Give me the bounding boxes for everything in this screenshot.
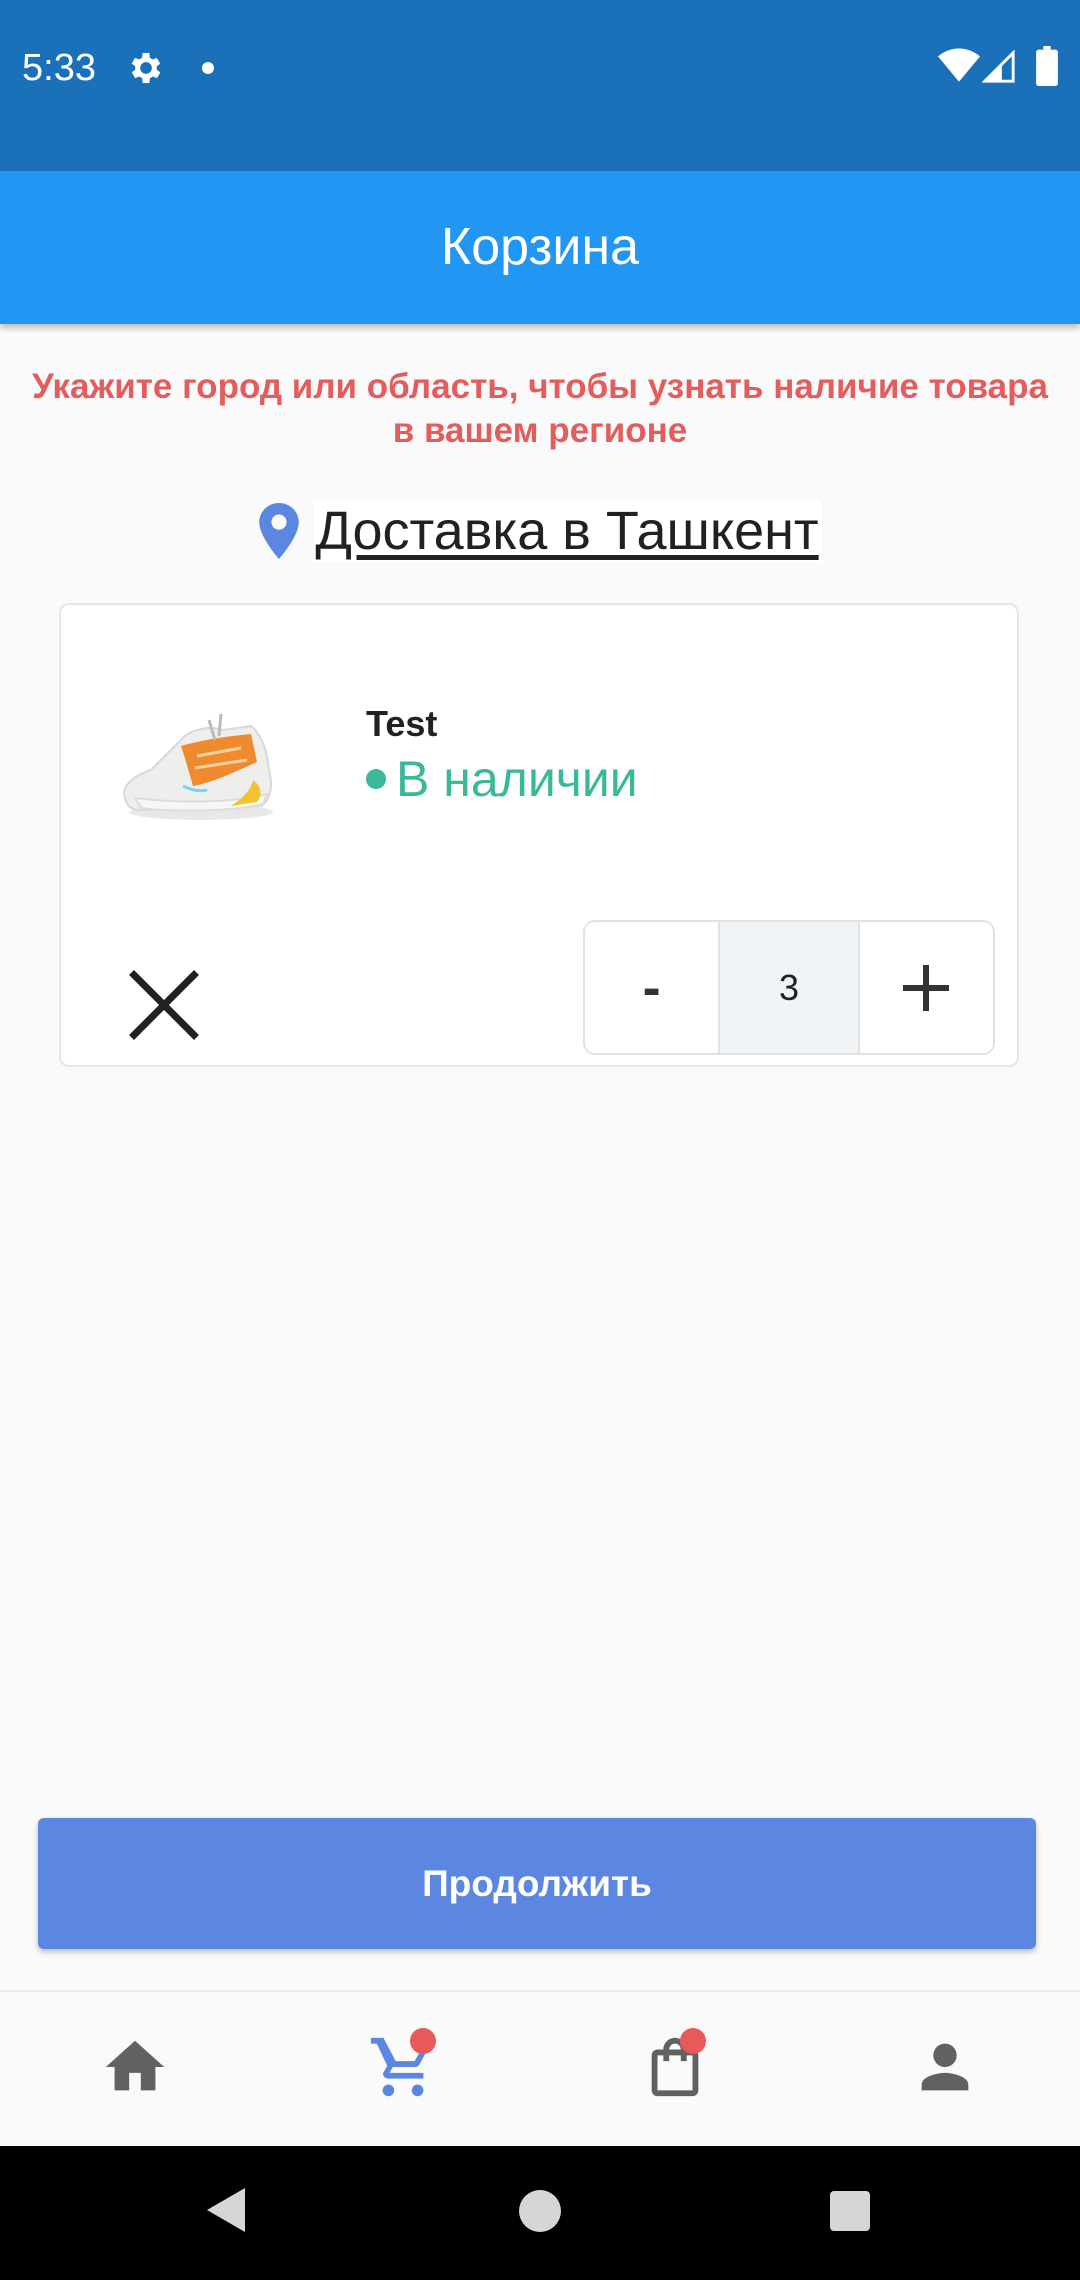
gear-icon xyxy=(131,53,161,83)
notification-dot-icon xyxy=(202,62,214,74)
region-warning: Укажите город или область, чтобы узнать … xyxy=(0,365,1080,453)
increment-button[interactable] xyxy=(860,922,993,1053)
status-time: 5:33 xyxy=(22,47,96,89)
wifi-icon xyxy=(938,48,980,82)
region-warning-line-2: в вашем регионе xyxy=(392,411,688,450)
home-circle-icon[interactable] xyxy=(519,2190,561,2232)
system-navigation-bar xyxy=(0,2146,1080,2280)
profile-icon[interactable] xyxy=(910,2032,980,2102)
page-title: Корзина xyxy=(440,218,640,276)
cart-item-card: Test В наличии - 3 xyxy=(59,603,1019,1067)
region-warning-line-1: Укажите город или область, чтобы узнать … xyxy=(31,367,1048,406)
location-pin-icon xyxy=(259,503,300,559)
cart-badge xyxy=(410,2028,436,2054)
bottom-navigation xyxy=(0,1990,1080,2148)
in-stock-dot-icon xyxy=(366,769,386,789)
signal-icon xyxy=(982,50,1015,83)
delivery-location-selector[interactable]: Доставка в Ташкент xyxy=(0,496,1080,566)
status-bar: 5:33 xyxy=(0,0,1080,171)
nav-cart[interactable] xyxy=(368,2028,438,2102)
delivery-link[interactable]: Доставка в Ташкент xyxy=(313,500,821,562)
home-icon[interactable] xyxy=(100,2032,170,2102)
close-icon[interactable] xyxy=(129,970,199,1040)
recents-icon[interactable] xyxy=(830,2191,870,2231)
orders-badge xyxy=(680,2028,706,2054)
decrement-button[interactable]: - xyxy=(585,922,718,1053)
product-name[interactable]: Test xyxy=(366,703,437,745)
quantity-value: 3 xyxy=(718,922,860,1053)
battery-icon xyxy=(1036,46,1058,86)
nav-orders[interactable] xyxy=(640,2028,710,2102)
stock-status: В наличии xyxy=(366,750,638,808)
quantity-stepper: - 3 xyxy=(583,920,995,1055)
sneaker-image[interactable] xyxy=(111,690,281,835)
app-bar: Корзина xyxy=(0,171,1080,324)
stock-status-text: В наличии xyxy=(396,751,638,807)
plus-icon xyxy=(903,964,950,1011)
continue-button[interactable]: Продолжить xyxy=(38,1818,1036,1949)
back-icon[interactable] xyxy=(205,2186,247,2234)
